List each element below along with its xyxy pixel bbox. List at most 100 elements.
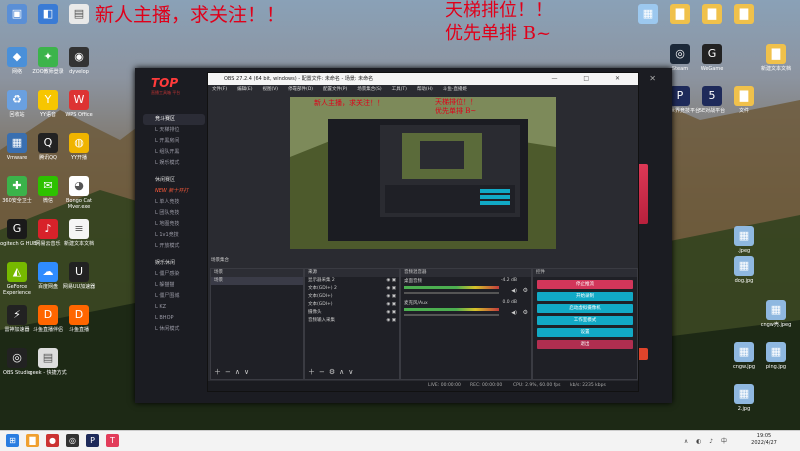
app-icon: ▦	[734, 342, 754, 362]
app-icon: ▇	[734, 4, 754, 24]
desktop-icon[interactable]: ▦ cngw壳.jpeg	[756, 300, 796, 328]
client-menu-item[interactable]: L 天梯排位	[143, 125, 205, 136]
visibility-eye-icon[interactable]: ◉ ▣	[386, 277, 396, 285]
client-menu-item[interactable]: L 团队竞技	[143, 208, 205, 219]
obs-control-button[interactable]: 启动虚拟摄像机	[537, 304, 633, 313]
desktop-icon[interactable]: ≡ 新建文本文档	[59, 219, 99, 247]
tray-icons[interactable]: ∧ ◐ ♪ 中	[684, 436, 730, 445]
client-menu-item[interactable]: NEW 新十开打	[143, 186, 205, 197]
client-menu-item[interactable]: L BHOP	[143, 313, 205, 324]
desktop-icon[interactable]: G WeGame	[692, 44, 732, 72]
speaker-icon[interactable]: ◀)	[511, 288, 517, 294]
obs-control-button[interactable]: 退出	[537, 340, 633, 349]
desktop-icon[interactable]: ▤	[59, 4, 99, 26]
source-item[interactable]: 摄像头 ◉ ▣	[305, 309, 399, 317]
client-menu-item[interactable]: L 休闲模式	[143, 324, 205, 335]
visibility-eye-icon[interactable]: ◉ ▣	[386, 309, 396, 317]
desktop-icon[interactable]: ▇ 文件	[724, 86, 764, 114]
desktop-icon[interactable]: D 斗鱼直播	[59, 305, 99, 333]
system-clock[interactable]: 19:05 2022/4/27	[734, 433, 794, 447]
obs-menu-item[interactable]: 工具(T)	[392, 87, 407, 92]
desktop-icon[interactable]: ◉ dyvelop	[59, 47, 99, 75]
desktop-icon[interactable]: ▦ .jpeg	[724, 226, 764, 254]
app-icon: Y	[38, 90, 58, 110]
speaker-icon[interactable]: ◀)	[511, 310, 517, 316]
obs-preview[interactable]: 新人主播，求关注！！ 天梯排位！！ 优先单排 B~	[290, 97, 556, 249]
obs-control-button[interactable]: 工作室模式	[537, 316, 633, 325]
visibility-eye-icon[interactable]: ◉ ▣	[386, 301, 396, 309]
client-menu-item[interactable]: 竞斗赛区	[143, 114, 205, 125]
taskbar-app-icon[interactable]: ●	[46, 434, 59, 447]
obs-menu-item[interactable]: 编辑(E)	[237, 87, 252, 92]
taskbar-app-icon[interactable]: T	[106, 434, 119, 447]
app-icon: ⚡	[7, 305, 27, 325]
client-menu-item[interactable]: L 开黑房间	[143, 136, 205, 147]
client-menu-item[interactable]: L 组队开黑	[143, 147, 205, 158]
visibility-eye-icon[interactable]: ◉ ▣	[386, 317, 396, 325]
client-menu-item[interactable]: L 僵尸感染	[143, 269, 205, 280]
obs-menu-item[interactable]: 斗鱼-直播姬	[443, 87, 467, 92]
client-menu-item[interactable]: L 躲猫猫	[143, 280, 205, 291]
client-menu-item[interactable]: L 1v1竞技	[143, 230, 205, 241]
taskbar-app-icon[interactable]: P	[86, 434, 99, 447]
desktop-icon[interactable]: ◍ YY开播	[59, 133, 99, 161]
desktop-icon[interactable]: ▦ dog.jpg	[724, 256, 764, 284]
app-icon: ◎	[670, 44, 690, 64]
scenes-panel: 场景 场景 ＋−∧∨	[210, 268, 304, 380]
gear-icon[interactable]: ⚙	[523, 287, 528, 294]
start-icon[interactable]: ⊞	[6, 434, 19, 447]
mixer-channel: 麦克风/Aux 0.0 dB ◀) ⚙	[401, 299, 531, 321]
source-item[interactable]: 显示器采集 2 ◉ ▣	[305, 277, 399, 285]
desktop-icon[interactable]: ◕ Bongo Cat Mver.exe	[59, 176, 99, 210]
desktop-icon-label: dyvelop	[69, 69, 89, 75]
obs-menu-item[interactable]: 视图(V)	[262, 87, 278, 92]
obs-titlebar: OBS 27.2.4 (64 bit, windows) - 配置文件: 未命名…	[208, 73, 638, 85]
desktop-icon[interactable]: ▤ geek - 快捷方式	[28, 348, 68, 376]
obs-control-button[interactable]: 设置	[537, 328, 633, 337]
obs-menu-item[interactable]: 停靠部件(D)	[288, 87, 313, 92]
sources-list: 显示器采集 2 ◉ ▣ 文本(GDI+) 2 ◉ ▣ 文本(GDI+) ◉ ▣ 文本(GDI…	[305, 277, 399, 325]
client-menu-item[interactable]: L KZ	[143, 302, 205, 313]
source-item[interactable]: 音频输入采集 ◉ ▣	[305, 317, 399, 325]
gear-icon[interactable]: ⚙	[523, 309, 528, 316]
desktop-icon[interactable]: U 网易UU加速器	[59, 262, 99, 290]
mixer-channel-name: 麦克风/Aux	[404, 301, 428, 306]
client-menu-item[interactable]: 娱乐休闲	[143, 258, 205, 269]
client-menu-item[interactable]: L 僵尸围城	[143, 291, 205, 302]
source-item[interactable]: 文本(GDI+) ◉ ▣	[305, 293, 399, 301]
obs-menu-item[interactable]: 配置文件(P)	[323, 87, 347, 92]
visibility-eye-icon[interactable]: ◉ ▣	[386, 285, 396, 293]
client-menu-item[interactable]: L 开放模式	[143, 241, 205, 252]
desktop-icon-label: YY开播	[70, 155, 88, 161]
client-menu-item[interactable]: L 单人竞技	[143, 197, 205, 208]
client-menu-item[interactable]: L 娱乐模式	[143, 158, 205, 169]
desktop-icon[interactable]: W WPS Office	[59, 90, 99, 118]
client-menu-item[interactable]: L 地图竞技	[143, 219, 205, 230]
obs-control-button[interactable]: 停止推流	[537, 280, 633, 289]
source-label: 显示器采集 2	[308, 278, 335, 283]
desktop-icon[interactable]: ▇ 新建文本文档	[756, 44, 796, 72]
volume-slider[interactable]	[404, 292, 499, 294]
client-menu-item[interactable]: 休闲赛区	[143, 175, 205, 186]
desktop-icon[interactable]: ▦ ping.jpg	[756, 342, 796, 370]
obs-menu-item[interactable]: 帮助(H)	[417, 87, 433, 92]
volume-meter	[404, 308, 499, 311]
obs-menu-item[interactable]: 场景集合(S)	[357, 87, 381, 92]
obs-window-buttons[interactable]: — □ ✕	[551, 73, 632, 85]
obs-menu-item[interactable]: 文件(F)	[212, 87, 227, 92]
desktop-icon[interactable]: ▦ 2.jpg	[724, 384, 764, 412]
app-icon: G	[7, 219, 27, 239]
source-item[interactable]: 文本(GDI+) 2 ◉ ▣	[305, 285, 399, 293]
scene-item[interactable]: 场景	[211, 277, 303, 285]
volume-meter	[404, 286, 499, 289]
taskbar-app-icon[interactable]: ◎	[66, 434, 79, 447]
app-icon: ◧	[38, 4, 58, 24]
volume-slider[interactable]	[404, 314, 499, 316]
taskbar-app-icon[interactable]: ▇	[26, 434, 39, 447]
preview-nested-screenshot	[290, 97, 556, 249]
app-icon: ◎	[7, 348, 27, 368]
desktop-icon[interactable]: ▇	[724, 4, 764, 26]
source-item[interactable]: 文本(GDI+) ◉ ▣	[305, 301, 399, 309]
obs-control-button[interactable]: 开始录制	[537, 292, 633, 301]
visibility-eye-icon[interactable]: ◉ ▣	[386, 293, 396, 301]
